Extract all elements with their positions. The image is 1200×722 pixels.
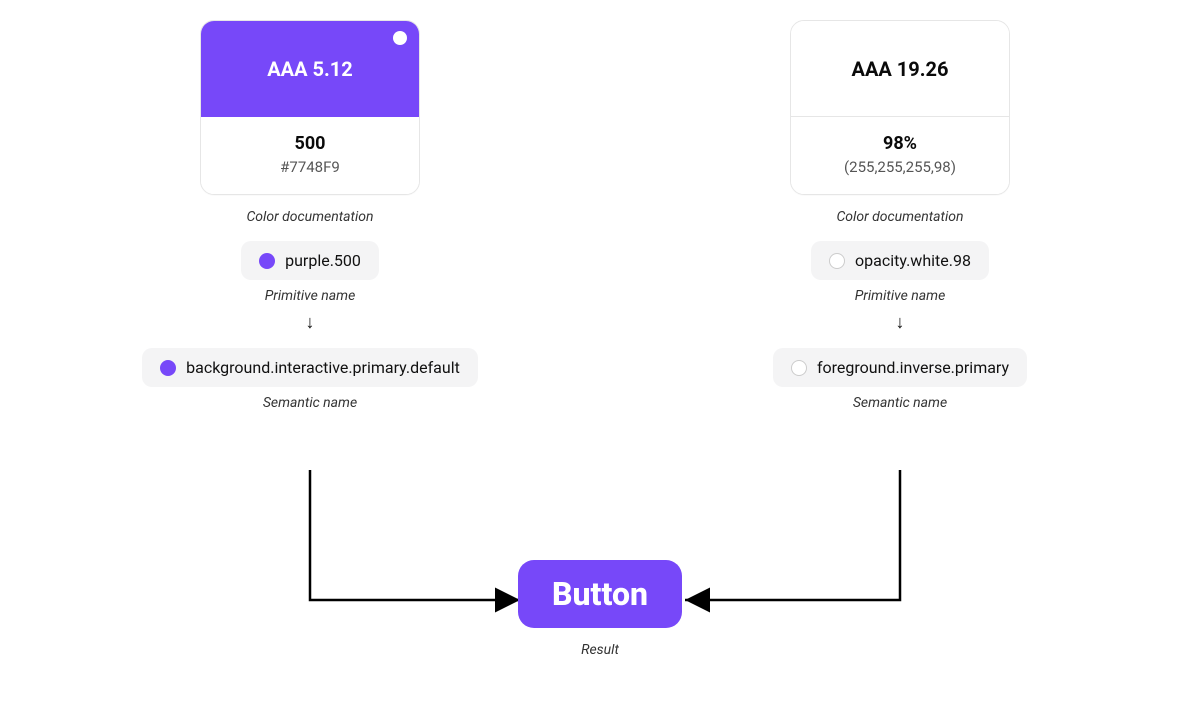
swatch-rgba-right: (255,255,255,98)	[799, 158, 1001, 176]
swatch-bottom-right: 98% (255,255,255,98)	[791, 117, 1009, 194]
result-button-label: Button	[552, 575, 648, 613]
caption-color-doc-left: Color documentation	[246, 209, 373, 225]
semantic-chip-left: background.interactive.primary.default	[142, 348, 478, 387]
color-swatch-card-right: AAA 19.26 98% (255,255,255,98)	[790, 20, 1010, 195]
swatch-shade-right: 98%	[799, 133, 1001, 154]
semantic-name-left: background.interactive.primary.default	[186, 358, 460, 377]
semantic-chip-right: foreground.inverse.primary	[773, 348, 1027, 387]
result-button[interactable]: Button	[518, 560, 682, 628]
color-dot-icon	[160, 360, 176, 376]
semantic-name-right: foreground.inverse.primary	[817, 358, 1009, 377]
swatch-top-left: AAA 5.12	[201, 21, 419, 117]
color-swatch-card-left: AAA 5.12 500 #7748F9	[200, 20, 420, 195]
caption-semantic-right: Semantic name	[853, 395, 947, 411]
caption-result: Result	[581, 642, 619, 658]
swatch-shade-left: 500	[209, 133, 411, 154]
caption-primitive-left: Primitive name	[265, 288, 356, 304]
swatch-hex-left: #7748F9	[209, 158, 411, 176]
swatch-bottom-left: 500 #7748F9	[201, 117, 419, 194]
left-column: AAA 5.12 500 #7748F9 Color documentation…	[130, 20, 490, 411]
arrow-down-icon: ↓	[896, 314, 905, 332]
arrow-down-icon: ↓	[306, 314, 315, 332]
result-section: Button Result	[0, 560, 1200, 658]
contrast-rating-left: AAA 5.12	[267, 57, 353, 81]
caption-primitive-right: Primitive name	[855, 288, 946, 304]
diagram-stage: AAA 5.12 500 #7748F9 Color documentation…	[0, 0, 1200, 722]
primitive-name-left: purple.500	[285, 251, 361, 270]
caption-color-doc-right: Color documentation	[836, 209, 963, 225]
primitive-chip-left: purple.500	[241, 241, 379, 280]
color-dot-icon	[259, 253, 275, 269]
contrast-rating-right: AAA 19.26	[852, 57, 949, 81]
swatch-top-right: AAA 19.26	[791, 21, 1009, 117]
right-column: AAA 19.26 98% (255,255,255,98) Color doc…	[720, 20, 1080, 411]
swatch-dot-icon	[393, 31, 407, 45]
primitive-name-right: opacity.white.98	[855, 251, 971, 270]
primitive-chip-right: opacity.white.98	[811, 241, 989, 280]
caption-semantic-left: Semantic name	[263, 395, 357, 411]
color-dot-icon	[791, 360, 807, 376]
color-dot-icon	[829, 253, 845, 269]
